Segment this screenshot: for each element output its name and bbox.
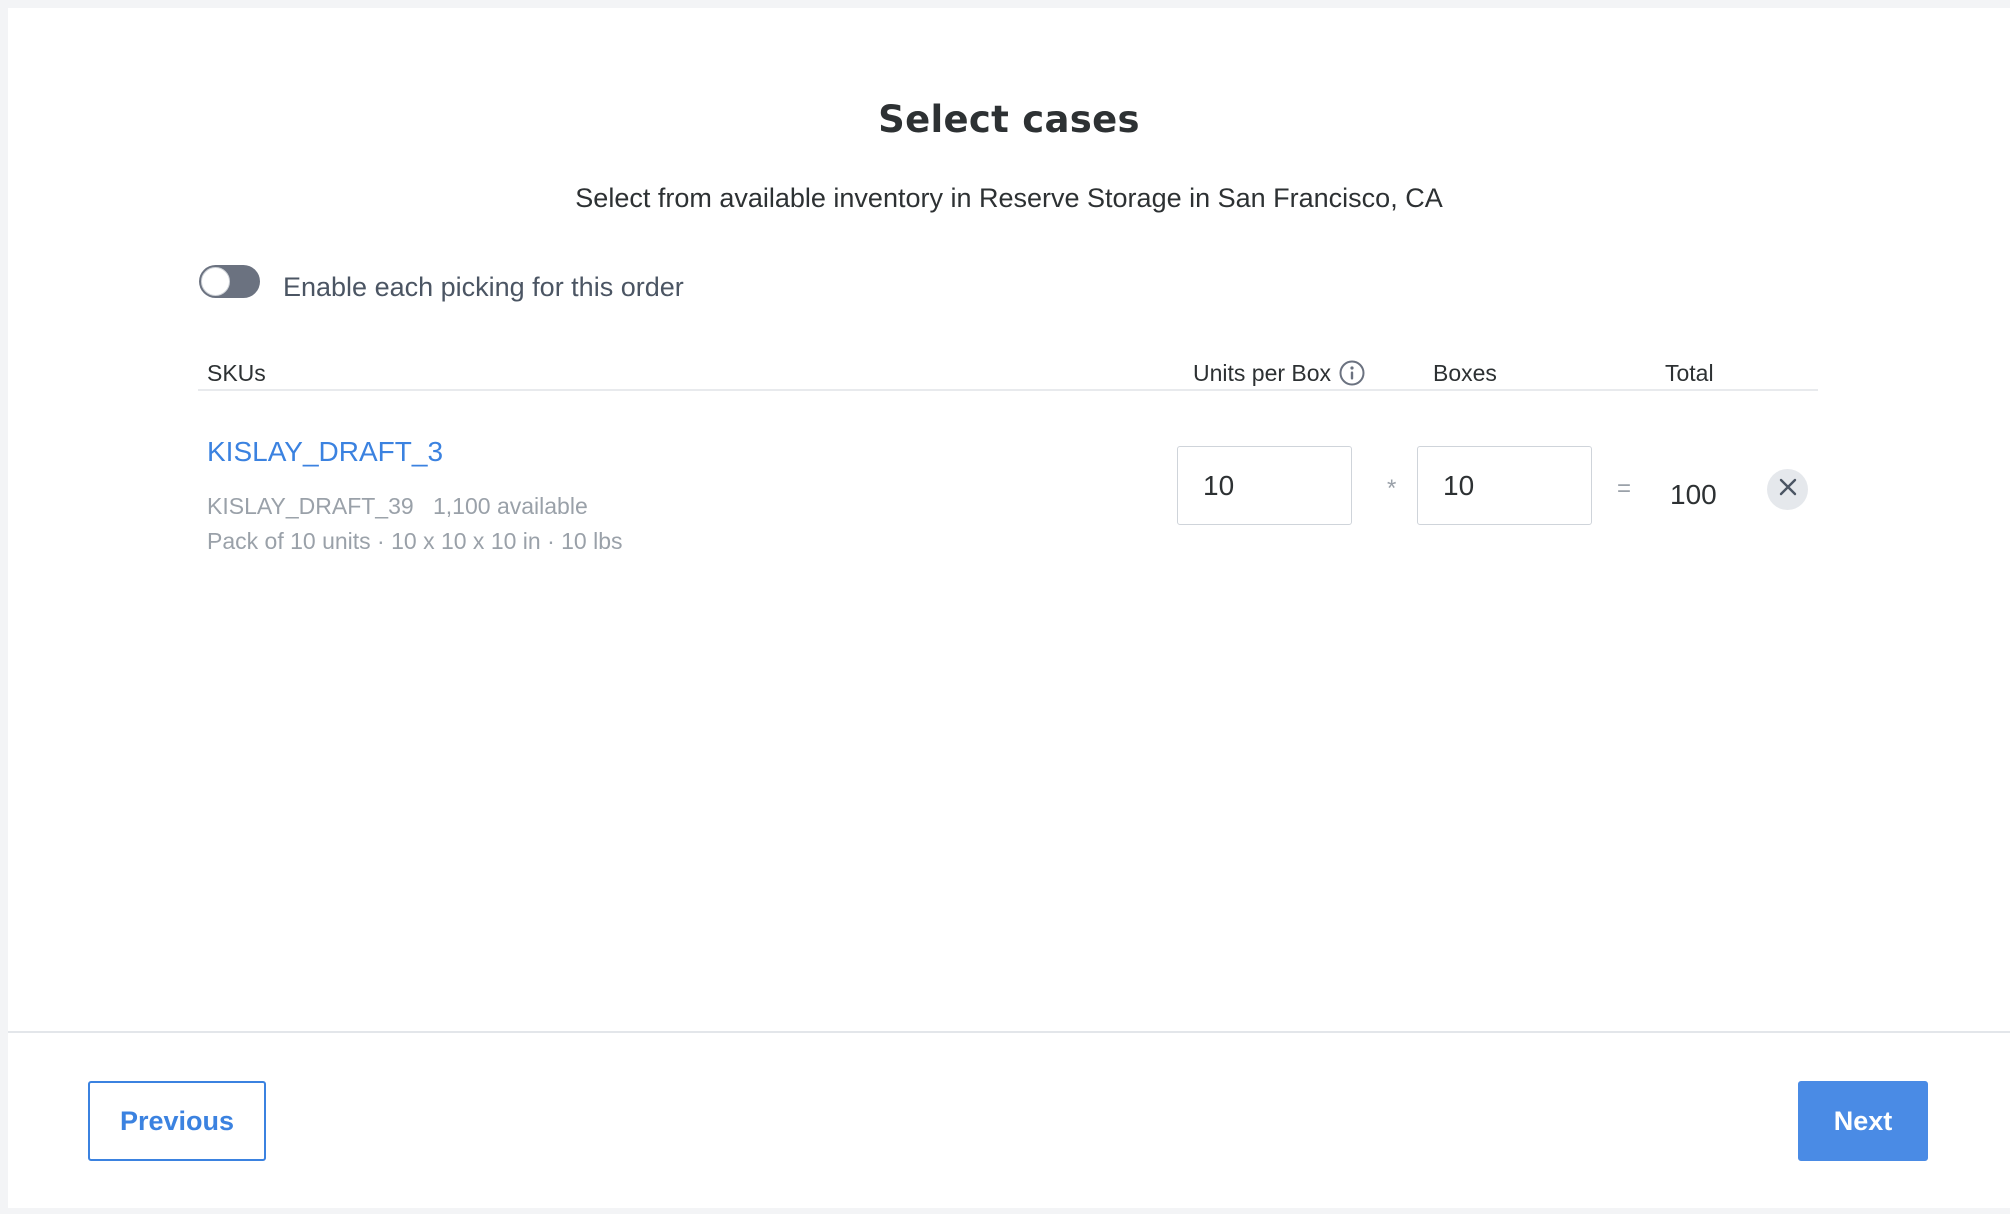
- column-header-units-per-box: Units per Box: [1193, 360, 1332, 386]
- multiply-symbol: *: [1387, 475, 1397, 502]
- page-subtitle: Select from available inventory in Reser…: [575, 183, 1443, 213]
- units-per-box-input[interactable]: [1177, 446, 1352, 525]
- close-icon: [1778, 477, 1798, 502]
- remove-row-button[interactable]: [1767, 469, 1808, 510]
- each-picking-label: Enable each picking for this order: [283, 272, 684, 302]
- sku-available: 1,100 available: [433, 493, 588, 519]
- equals-symbol: =: [1617, 475, 1632, 502]
- previous-button[interactable]: Previous: [88, 1081, 266, 1161]
- page-title: Select cases: [878, 98, 1140, 141]
- column-header-boxes: Boxes: [1433, 360, 1497, 386]
- sku-code: KISLAY_DRAFT_39: [207, 493, 414, 519]
- sku-name-link[interactable]: KISLAY_DRAFT_3: [207, 436, 443, 468]
- boxes-input[interactable]: [1417, 446, 1592, 525]
- info-circle-icon[interactable]: [1338, 359, 1366, 387]
- each-picking-toggle[interactable]: [199, 265, 260, 298]
- column-header-skus: SKUs: [207, 360, 266, 386]
- row-total: 100: [1670, 479, 1717, 510]
- table-header-divider: [198, 389, 1818, 391]
- toggle-knob: [201, 267, 230, 296]
- next-button[interactable]: Next: [1798, 1081, 1928, 1161]
- sku-pack-details: Pack of 10 units · 10 x 10 x 10 in · 10 …: [207, 528, 623, 554]
- select-cases-panel: Select cases Select from available inven…: [8, 8, 2010, 1208]
- column-header-total: Total: [1665, 360, 1714, 386]
- footer-divider: [8, 1031, 2010, 1033]
